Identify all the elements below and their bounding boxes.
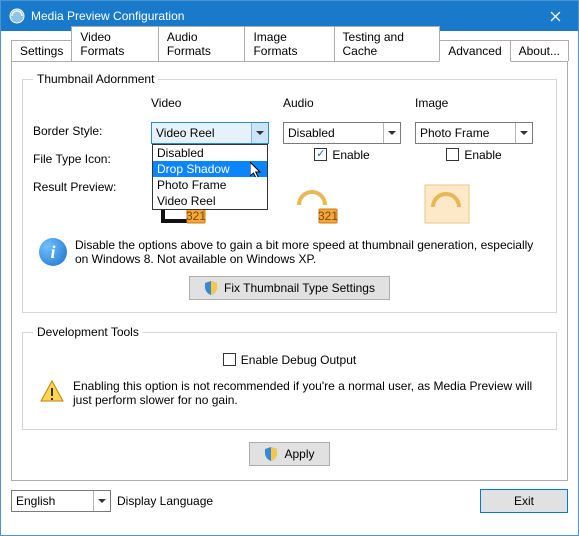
- group-development-tools: Development Tools Enable Debug Output En…: [22, 325, 557, 430]
- heading-video: Video: [151, 96, 269, 116]
- exit-button[interactable]: Exit: [480, 489, 568, 513]
- button-label: Apply: [284, 447, 314, 461]
- window-title: Media Preview Configuration: [31, 9, 533, 23]
- labels-column: Border Style: File Type Icon: Result Pre…: [33, 96, 151, 234]
- tab-video-formats[interactable]: Video Formats: [71, 26, 158, 61]
- adornment-note: Disable the options above to gain a bit …: [75, 238, 540, 266]
- option-disabled[interactable]: Disabled: [153, 145, 267, 161]
- apply-button[interactable]: Apply: [249, 442, 329, 466]
- tab-testing-cache[interactable]: Testing and Cache: [334, 26, 441, 61]
- display-language-label: Display Language: [117, 494, 213, 508]
- shield-icon: [264, 447, 278, 461]
- label-result-preview: Result Preview:: [33, 176, 151, 204]
- close-button[interactable]: [533, 1, 578, 31]
- chevron-down-icon: [93, 491, 110, 511]
- option-drop-shadow[interactable]: Drop Shadow: [153, 161, 267, 177]
- enable-audio-icon-label: Enable: [332, 148, 369, 162]
- column-image: Image Photo Frame Enable: [415, 96, 533, 234]
- heading-audio: Audio: [283, 96, 401, 116]
- group-thumbnail-adornment: Thumbnail Adornment Border Style: File T…: [22, 72, 557, 313]
- tab-settings[interactable]: Settings: [11, 40, 72, 61]
- app-icon: [9, 8, 25, 24]
- heading-image: Image: [415, 96, 533, 116]
- preview-audio: 321: [283, 174, 347, 234]
- option-photo-frame[interactable]: Photo Frame: [153, 177, 267, 193]
- button-label: Fix Thumbnail Type Settings: [224, 281, 375, 295]
- fix-thumbnail-type-settings-button[interactable]: Fix Thumbnail Type Settings: [189, 276, 390, 300]
- display-language-dropdown[interactable]: English: [11, 490, 111, 512]
- dropdown-value: English: [12, 494, 93, 508]
- tab-advanced[interactable]: Advanced: [439, 40, 510, 62]
- tabpage-advanced: Thumbnail Adornment Border Style: File T…: [11, 61, 568, 481]
- label-file-type-icon: File Type Icon:: [33, 148, 151, 176]
- option-video-reel[interactable]: Video Reel: [153, 193, 267, 209]
- column-video: Video Video Reel Disabled Drop Shadow: [151, 96, 269, 234]
- dropdown-value: Photo Frame: [416, 126, 515, 140]
- info-icon: i: [39, 238, 67, 266]
- cursor-icon: [250, 162, 264, 177]
- dropdown-value: Disabled: [284, 126, 383, 140]
- tab-about[interactable]: About...: [510, 40, 569, 61]
- enable-debug-output-label: Enable Debug Output: [241, 353, 356, 367]
- client-area: Settings Video Formats Audio Formats Ima…: [1, 31, 578, 535]
- border-style-image-dropdown[interactable]: Photo Frame: [415, 122, 533, 144]
- border-style-video-dropdown[interactable]: Video Reel Disabled Drop Shadow Ph: [151, 122, 269, 144]
- chevron-down-icon: [383, 123, 400, 143]
- group-adornment-legend: Thumbnail Adornment: [33, 72, 158, 86]
- tab-image-formats[interactable]: Image Formats: [244, 26, 334, 61]
- preview-image: [415, 174, 479, 234]
- window: Media Preview Configuration Settings Vid…: [0, 0, 579, 536]
- dropdown-value: Video Reel: [152, 126, 251, 140]
- label-border-style: Border Style:: [33, 120, 151, 148]
- enable-debug-output-checkbox[interactable]: [223, 353, 236, 366]
- chevron-down-icon: [251, 123, 268, 143]
- enable-audio-icon-checkbox[interactable]: [314, 148, 327, 161]
- shield-icon: [204, 281, 218, 295]
- footer: English Display Language Exit: [11, 489, 568, 513]
- warning-icon: [39, 379, 65, 405]
- enable-image-icon-checkbox[interactable]: [446, 148, 459, 161]
- border-style-video-list: Disabled Drop Shadow Photo Frame Video R…: [152, 144, 268, 210]
- border-style-audio-dropdown[interactable]: Disabled: [283, 122, 401, 144]
- dev-note: Enabling this option is not recommended …: [73, 379, 540, 407]
- tabstrip: Settings Video Formats Audio Formats Ima…: [11, 39, 568, 61]
- button-label: Exit: [514, 494, 534, 508]
- enable-image-icon-label: Enable: [464, 148, 501, 162]
- group-dev-legend: Development Tools: [33, 325, 143, 339]
- chevron-down-icon: [515, 123, 532, 143]
- tab-audio-formats[interactable]: Audio Formats: [158, 26, 246, 61]
- column-audio: Audio Disabled Enable: [283, 96, 401, 234]
- svg-text:321: 321: [186, 209, 206, 223]
- option-label: Drop Shadow: [157, 162, 230, 176]
- svg-text:321: 321: [318, 209, 338, 223]
